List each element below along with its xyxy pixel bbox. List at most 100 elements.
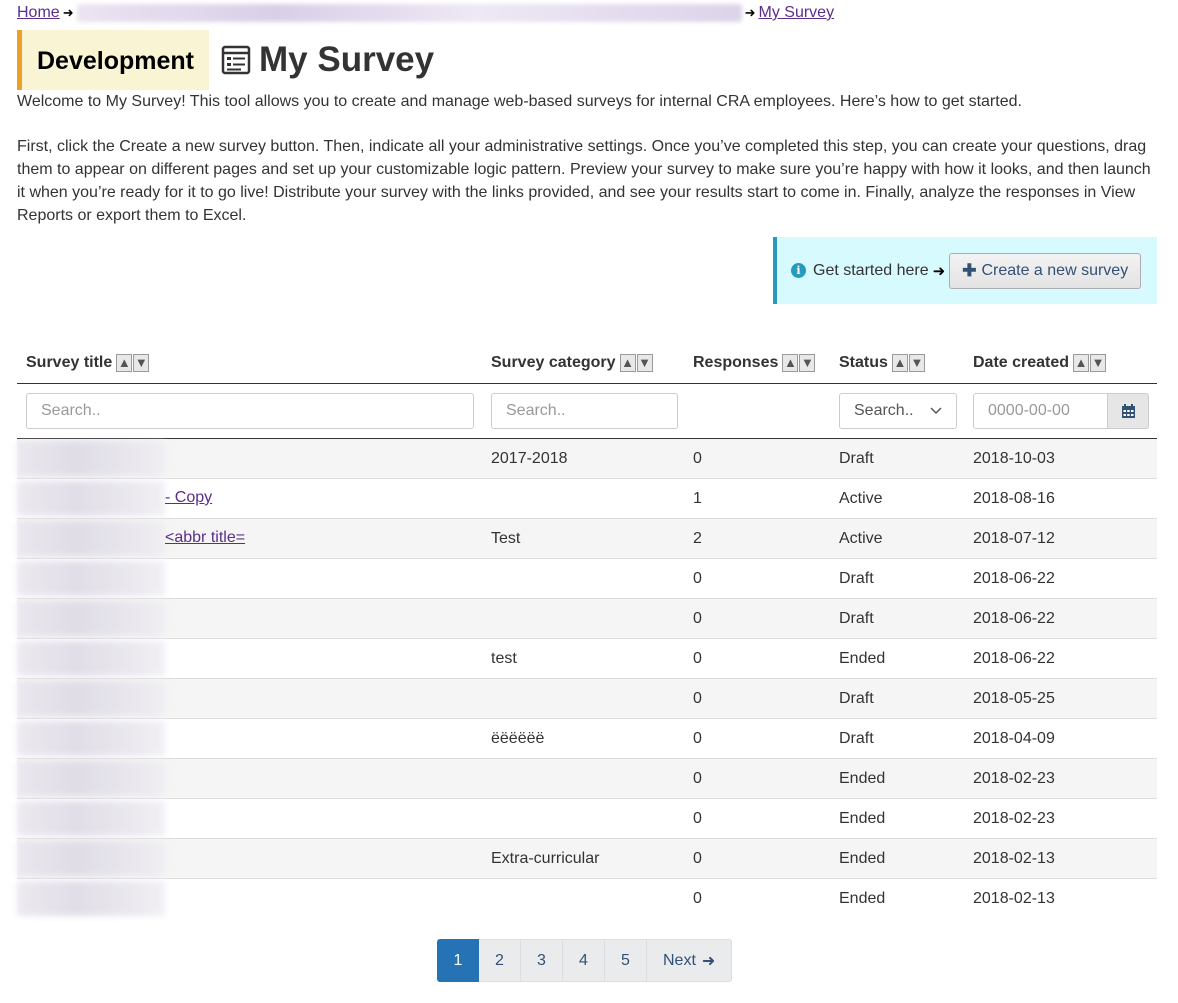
survey-title-link[interactable]	[17, 439, 482, 478]
create-survey-button[interactable]: ✚ Create a new survey	[949, 252, 1142, 289]
arrow-right-icon: ➜	[932, 262, 946, 280]
plus-icon: ✚	[962, 260, 977, 280]
column-header-responses: Responses ▲ ▼	[684, 343, 830, 384]
survey-title-link[interactable]	[17, 799, 482, 838]
redacted-title[interactable]	[17, 681, 165, 716]
cell-responses: 0	[693, 889, 702, 907]
redacted-title[interactable]	[17, 721, 165, 756]
table-row: 0 Ended 2018-02-23	[17, 758, 1157, 799]
breadcrumb-redacted[interactable]	[76, 4, 742, 22]
chevron-down-icon	[930, 407, 942, 415]
intro-paragraph: Welcome to My Survey! This tool allows y…	[17, 93, 1022, 110]
redacted-title[interactable]	[17, 881, 165, 916]
column-header-status: Status ▲ ▼	[830, 343, 964, 384]
survey-title-link[interactable]	[17, 599, 482, 638]
sort-arrows-icon[interactable]: ▲ ▼	[781, 353, 816, 372]
survey-title-link[interactable]: <abbr title=	[17, 519, 482, 558]
cell-status: Ended	[830, 838, 964, 879]
cell-date-created: 2018-05-25	[964, 678, 1157, 719]
table-header-row: Survey title ▲ ▼ Survey category ▲ ▼ Respons…	[17, 343, 1157, 384]
redacted-title[interactable]	[17, 481, 165, 516]
sort-arrows-icon[interactable]: ▲ ▼	[619, 353, 653, 372]
next-page-button[interactable]: Next ➜	[647, 939, 733, 982]
cell-status: Draft	[830, 558, 964, 599]
category-search-input[interactable]	[491, 393, 678, 429]
table-row: - Copy 1 Active 2018-08-16	[17, 478, 1157, 519]
cell-category: Test	[482, 518, 684, 559]
cell-category: 2017-2018	[482, 438, 684, 479]
survey-title-link[interactable]	[17, 759, 482, 798]
survey-title-link[interactable]	[17, 719, 482, 758]
page-button-2[interactable]: 2	[479, 939, 521, 982]
cell-responses: 0	[684, 598, 830, 639]
cell-survey-title	[17, 598, 482, 639]
redacted-title[interactable]	[17, 561, 165, 596]
calendar-icon	[1121, 403, 1135, 418]
redacted-title[interactable]	[17, 761, 165, 796]
cell-status: Ended	[839, 889, 886, 907]
survey-title-link[interactable]: - Copy	[17, 479, 482, 518]
page-button-3[interactable]: 3	[521, 939, 563, 982]
date-filter	[973, 393, 1157, 429]
cell-responses: 2	[684, 518, 830, 559]
sort-arrows-icon[interactable]: ▲ ▼	[891, 353, 925, 372]
cell-responses: 0	[684, 838, 830, 879]
cell-survey-title	[17, 718, 482, 759]
survey-title-link[interactable]	[17, 679, 482, 718]
cell-status: Draft	[830, 438, 964, 479]
survey-title-link-text[interactable]: - Copy	[165, 489, 212, 507]
table-row: <abbr title= Test 2 Active 2018-07-12	[17, 518, 1157, 559]
sort-arrows-icon[interactable]: ▲ ▼	[115, 353, 150, 372]
environment-badge: Development	[17, 30, 209, 90]
info-circle-icon: i	[791, 263, 806, 278]
redacted-title[interactable]	[17, 841, 165, 876]
cell-status: Ended	[830, 758, 964, 799]
cell-date-created: 2018-02-23	[964, 758, 1157, 799]
redacted-title[interactable]	[17, 801, 165, 836]
cell-date-created: 2018-04-09	[964, 718, 1157, 759]
calendar-button[interactable]	[1108, 393, 1149, 429]
cell-responses: 0	[684, 758, 830, 799]
date-search-input[interactable]	[973, 393, 1108, 429]
survey-title-link[interactable]	[17, 839, 482, 878]
cell-status: Active	[830, 478, 964, 519]
table-row: 0 Ended 2018-02-13	[17, 879, 1157, 919]
cell-date-created: 2018-08-16	[964, 478, 1157, 519]
survey-title-link[interactable]	[17, 559, 482, 598]
cell-status: Draft	[830, 678, 964, 719]
redacted-title[interactable]	[17, 601, 165, 636]
cell-survey-title	[17, 798, 482, 839]
survey-title-link[interactable]	[17, 639, 482, 678]
instructions-paragraph: First, click the Create a new survey but…	[17, 138, 1151, 224]
cell-survey-title	[17, 678, 482, 719]
cell-category	[482, 598, 684, 639]
cell-date-created: 2018-06-22	[964, 598, 1157, 639]
column-header-title: Survey title ▲ ▼	[17, 343, 482, 384]
cell-status: Ended	[830, 798, 964, 839]
redacted-title[interactable]	[17, 641, 165, 676]
page-button-4[interactable]: 4	[563, 939, 605, 982]
cell-date-created: 2018-02-13	[973, 889, 1055, 907]
breadcrumb-current-link[interactable]: My Survey	[759, 4, 835, 22]
arrow-right-icon: ➜	[62, 5, 74, 20]
redacted-title[interactable]	[17, 441, 165, 476]
cell-responses: 0	[684, 438, 830, 479]
survey-title-link-text[interactable]: <abbr title=	[165, 529, 245, 547]
redacted-title[interactable]	[17, 521, 165, 556]
page-button-1[interactable]: 1	[437, 939, 479, 982]
sort-arrows-icon[interactable]: ▲ ▼	[1072, 353, 1107, 372]
page-button-5[interactable]: 5	[605, 939, 647, 982]
status-select[interactable]: Search..	[839, 393, 957, 429]
title-search-input[interactable]	[26, 393, 474, 429]
cell-survey-title	[17, 838, 482, 879]
cell-survey-title	[17, 438, 482, 479]
table-row: Extra-curricular 0 Ended 2018-02-13	[17, 838, 1157, 879]
table-row: 0 Ended 2018-02-23	[17, 798, 1157, 839]
cell-category	[482, 558, 684, 599]
cell-category: ëëëëëë	[482, 718, 684, 759]
survey-title-link[interactable]	[17, 879, 482, 918]
breadcrumb-home-link[interactable]: Home	[17, 4, 60, 22]
cell-category	[482, 678, 684, 719]
cell-survey-title	[17, 758, 482, 799]
cell-date-created: 2018-10-03	[964, 438, 1157, 479]
